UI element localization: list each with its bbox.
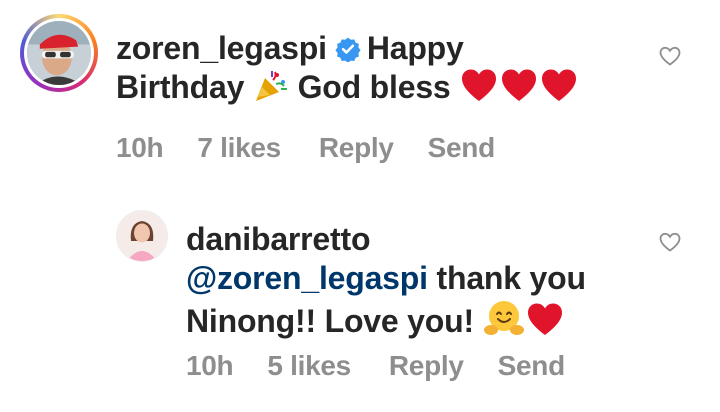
comment-text: zoren_legaspi Happy Birthday God bless bbox=[116, 29, 656, 107]
comment-item: zoren_legaspi Happy Birthday God bless 10… bbox=[20, 14, 720, 174]
reply-button[interactable]: Reply bbox=[319, 132, 394, 164]
red-heart-emoji bbox=[499, 68, 539, 104]
avatar[interactable] bbox=[27, 21, 91, 85]
comment-meta: 10h 7 likes Reply Send bbox=[116, 132, 529, 164]
username[interactable]: zoren_legaspi bbox=[116, 30, 327, 66]
like-heart-icon[interactable] bbox=[658, 44, 682, 68]
reply-comment-item: danibarretto @zoren_legaspi thank you Ni… bbox=[116, 206, 720, 406]
comment-body: thank you bbox=[436, 260, 587, 296]
timestamp[interactable]: 10h bbox=[186, 350, 234, 382]
mention-link[interactable]: @zoren_legaspi bbox=[186, 260, 428, 296]
red-heart-emoji bbox=[539, 68, 579, 104]
comment-body: Ninong!! Love you! bbox=[186, 303, 474, 339]
like-heart-icon[interactable] bbox=[658, 230, 682, 254]
comment-body: God bless bbox=[297, 69, 451, 105]
verified-badge-icon bbox=[335, 32, 361, 63]
avatar[interactable] bbox=[116, 210, 168, 262]
send-button[interactable]: Send bbox=[428, 132, 496, 164]
avatar-border bbox=[24, 18, 94, 88]
comment-body: Birthday bbox=[116, 69, 245, 105]
likes-count[interactable]: 7 likes bbox=[197, 132, 281, 164]
username[interactable]: danibarretto bbox=[186, 221, 370, 257]
likes-count[interactable]: 5 likes bbox=[267, 350, 351, 382]
comment-meta: 10h 5 likes Reply Send bbox=[186, 350, 599, 382]
red-heart-emoji bbox=[525, 302, 565, 338]
send-button[interactable]: Send bbox=[498, 350, 566, 382]
hugging-face-emoji bbox=[483, 298, 525, 338]
red-heart-emoji bbox=[459, 68, 499, 104]
comment-body: Happy bbox=[366, 30, 464, 66]
party-popper-emoji bbox=[253, 68, 289, 104]
story-ring[interactable] bbox=[20, 14, 98, 92]
comment-text: danibarretto @zoren_legaspi thank you Ni… bbox=[186, 220, 656, 341]
reply-button[interactable]: Reply bbox=[389, 350, 464, 382]
timestamp[interactable]: 10h bbox=[116, 132, 164, 164]
